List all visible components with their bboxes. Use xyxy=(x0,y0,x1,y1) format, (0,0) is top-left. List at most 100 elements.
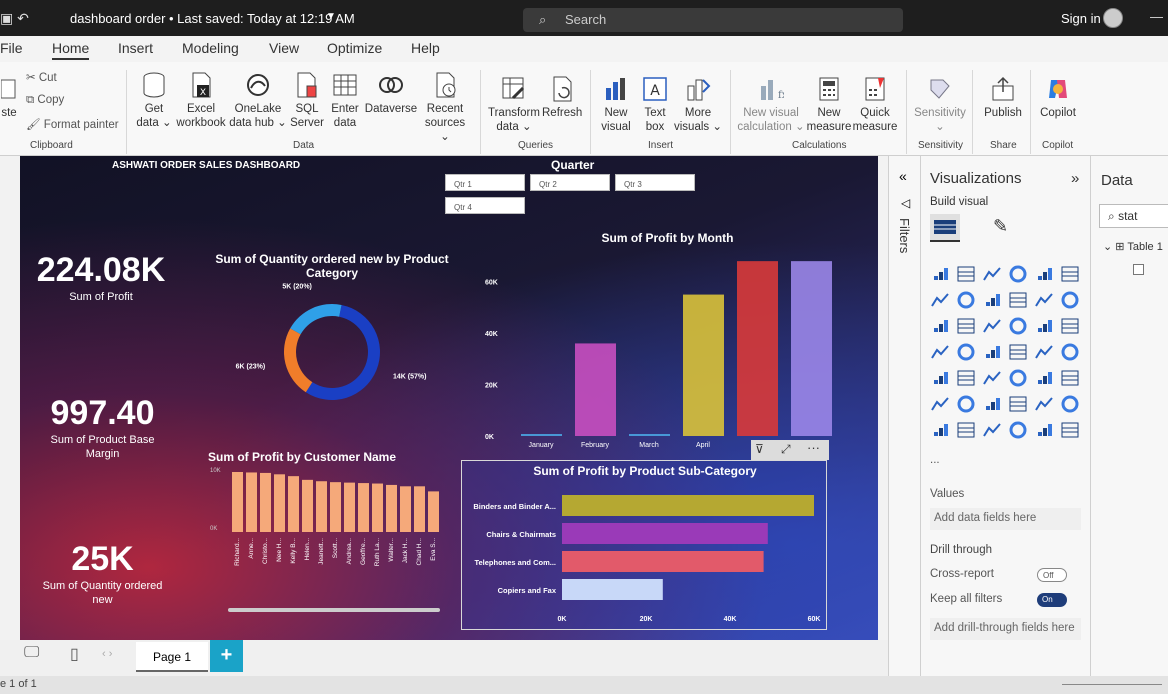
drill-through-drop-zone[interactable]: Add drill-through fields here xyxy=(930,618,1081,640)
visual-type-icon[interactable] xyxy=(1034,264,1054,284)
tab-file[interactable]: File xyxy=(0,40,23,56)
visual-type-icon[interactable] xyxy=(930,394,950,414)
quick-measure-button[interactable]: Quick measure xyxy=(852,76,898,134)
visual-type-icon[interactable] xyxy=(956,290,976,310)
get-data-button[interactable]: Get data ⌄ xyxy=(135,72,173,130)
visual-type-icon[interactable] xyxy=(1008,264,1028,284)
visual-type-icon[interactable] xyxy=(1008,368,1028,388)
field-checkbox[interactable] xyxy=(1133,264,1144,275)
desktop-view-icon[interactable]: 🖵 xyxy=(24,644,39,662)
visual-type-icon[interactable] xyxy=(930,420,950,440)
kpi-card-profit[interactable]: 224.08K Sum of Profit xyxy=(26,251,176,304)
excel-workbook-button[interactable]: X Excel workbook xyxy=(175,72,227,130)
tab-help[interactable]: Help xyxy=(411,40,440,56)
format-painter-button[interactable]: 🖌 Format painter xyxy=(26,117,119,131)
visual-type-icon[interactable] xyxy=(1034,368,1054,388)
visual-type-icon[interactable] xyxy=(930,290,950,310)
visual-type-icon[interactable] xyxy=(1060,264,1080,284)
copilot-button[interactable]: Copilot xyxy=(1036,76,1080,120)
search-input[interactable]: ⌕ Search xyxy=(523,8,903,32)
visual-type-icon[interactable] xyxy=(982,342,1002,362)
new-visual-button[interactable]: New visual xyxy=(598,76,634,134)
add-page-button[interactable]: + xyxy=(210,640,243,672)
mobile-view-icon[interactable]: ▯ xyxy=(70,644,79,664)
transform-data-button[interactable]: Transform data ⌄ xyxy=(486,76,542,134)
visual-type-icon[interactable] xyxy=(1034,420,1054,440)
visual-type-icon[interactable] xyxy=(956,420,976,440)
visual-type-icon[interactable] xyxy=(1060,394,1080,414)
profit-by-subcategory-visual[interactable]: Sum of Profit by Product Sub-Category Bi… xyxy=(461,460,827,630)
slicer-option-qtr3[interactable]: Qtr 3 xyxy=(615,174,695,191)
document-name[interactable]: dashboard order • Last saved: Today at 1… xyxy=(70,11,355,26)
visual-type-icon[interactable] xyxy=(1008,342,1028,362)
slicer-option-qtr4[interactable]: Qtr 4 xyxy=(445,197,525,214)
visual-type-icon[interactable] xyxy=(956,316,976,336)
visual-type-icon[interactable] xyxy=(1060,420,1080,440)
avatar[interactable] xyxy=(1103,8,1123,28)
keep-filters-toggle[interactable]: On xyxy=(1037,593,1067,607)
kpi-card-base-margin[interactable]: 997.40 Sum of Product Base Margin xyxy=(20,394,185,461)
visual-type-icon[interactable] xyxy=(982,290,1002,310)
visual-type-icon[interactable] xyxy=(1008,316,1028,336)
more-visuals-icon[interactable]: ... xyxy=(930,454,940,466)
visual-type-icon[interactable] xyxy=(1008,420,1028,440)
visual-type-icon[interactable] xyxy=(930,342,950,362)
visual-type-icon[interactable] xyxy=(1060,342,1080,362)
values-drop-zone[interactable]: Add data fields here xyxy=(930,508,1081,530)
page-nav-arrows[interactable]: ‹ › xyxy=(102,648,112,660)
expand-icon[interactable]: « xyxy=(899,168,907,184)
visual-type-icon[interactable] xyxy=(1060,290,1080,310)
donut-chart-visual[interactable]: Sum of Quantity ordered new by Product C… xyxy=(202,248,457,433)
filter-icon[interactable]: ⊽ xyxy=(755,442,764,456)
profit-by-customer-visual[interactable]: Sum of Profit by Customer Name 10K 0K Rich… xyxy=(192,446,454,618)
slicer-option-qtr1[interactable]: Qtr 1 xyxy=(445,174,525,191)
kpi-card-quantity[interactable]: 25K Sum of Quantity ordered new xyxy=(20,540,185,607)
visual-type-icon[interactable] xyxy=(1034,316,1054,336)
publish-button[interactable]: Publish xyxy=(980,76,1026,120)
visual-type-icon[interactable] xyxy=(956,264,976,284)
tab-optimize[interactable]: Optimize xyxy=(327,40,382,56)
build-visual-tab[interactable] xyxy=(930,214,960,242)
visual-type-icon[interactable] xyxy=(982,420,1002,440)
paste-button[interactable]: ste xyxy=(0,76,18,120)
visual-type-icon[interactable] xyxy=(1008,394,1028,414)
cross-report-toggle[interactable]: Off xyxy=(1037,568,1067,582)
more-options-icon[interactable]: ··· xyxy=(807,440,820,455)
tab-home[interactable]: Home xyxy=(52,40,90,60)
profit-by-month-visual[interactable]: Sum of Profit by Month 0K 20K 40K 60K Januar… xyxy=(475,226,875,451)
visual-type-icon[interactable] xyxy=(1060,316,1080,336)
enter-data-button[interactable]: Enter data xyxy=(328,72,362,130)
slicer-option-qtr2[interactable]: Qtr 2 xyxy=(530,174,610,191)
more-visuals-button[interactable]: More visuals ⌄ xyxy=(674,76,722,134)
visual-type-icon[interactable] xyxy=(956,368,976,388)
visual-type-icon[interactable] xyxy=(1034,394,1054,414)
recent-sources-button[interactable]: Recent sources ⌄ xyxy=(419,72,471,144)
tab-insert[interactable]: Insert xyxy=(118,40,153,56)
visual-type-icon[interactable] xyxy=(956,394,976,414)
new-visual-calculation-button[interactable]: fx New visualcalculation ⌄ xyxy=(736,76,806,134)
visual-type-icon[interactable] xyxy=(930,264,950,284)
visual-type-icon[interactable] xyxy=(982,264,1002,284)
collapse-icon[interactable]: » xyxy=(1071,170,1079,187)
copy-button[interactable]: ⧉ Copy xyxy=(26,94,64,107)
format-visual-tab[interactable]: ✎ xyxy=(993,216,1008,237)
dataverse-button[interactable]: Dataverse xyxy=(364,72,418,116)
visual-type-icon[interactable] xyxy=(930,368,950,388)
visual-type-icon[interactable] xyxy=(982,316,1002,336)
sign-in-link[interactable]: Sign in xyxy=(1061,11,1101,26)
sensitivity-button[interactable]: Sensitivity ⌄ xyxy=(912,76,968,134)
onelake-data-hub-button[interactable]: OneLake data hub ⌄ xyxy=(229,72,287,130)
focus-mode-icon[interactable]: ⤢ xyxy=(781,442,791,457)
minimize-icon[interactable]: — xyxy=(1150,9,1163,24)
visual-type-icon[interactable] xyxy=(1060,368,1080,388)
text-box-button[interactable]: A Text box xyxy=(638,76,672,134)
visual-type-icon[interactable] xyxy=(1034,290,1054,310)
cut-button[interactable]: ✂ Cut xyxy=(26,70,57,84)
filters-pane-collapsed[interactable]: « ◁ Filters xyxy=(888,156,920,676)
visual-type-icon[interactable] xyxy=(1034,342,1054,362)
refresh-button[interactable]: Refresh xyxy=(542,76,582,120)
visual-type-icon[interactable] xyxy=(982,394,1002,414)
data-search-input[interactable]: ⌕ stat xyxy=(1099,204,1168,228)
page-tab-1[interactable]: Page 1 xyxy=(136,642,208,672)
chevron-down-icon[interactable]: ▼ xyxy=(326,11,336,22)
